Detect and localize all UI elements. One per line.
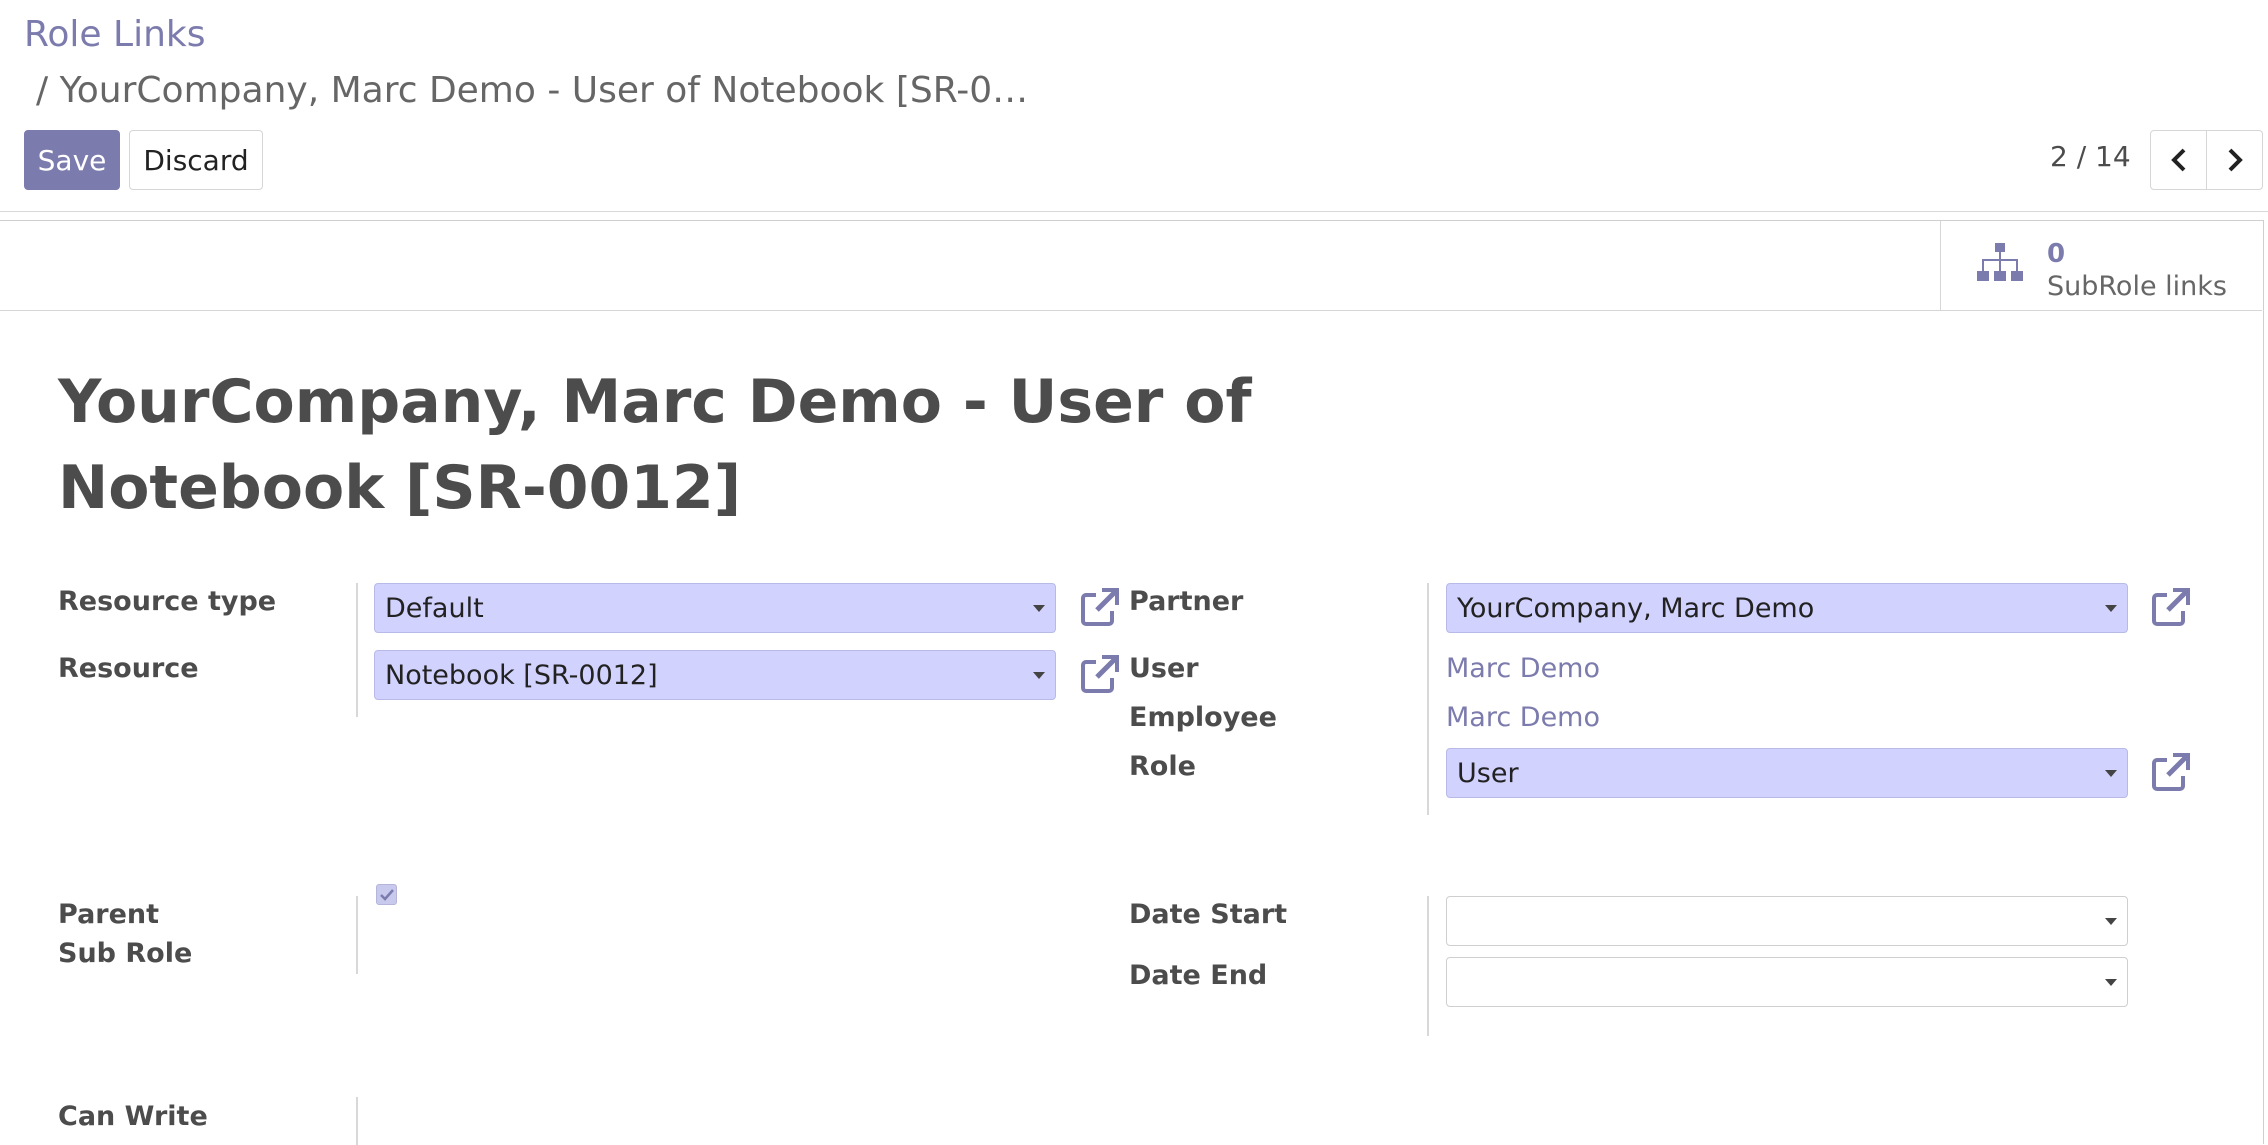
can-write-checkbox[interactable] <box>376 884 397 905</box>
resource-value: Notebook [SR-0012] <box>385 659 658 691</box>
partner-label: Partner <box>1129 586 1244 617</box>
external-link-icon[interactable] <box>2151 587 2191 627</box>
role-select[interactable]: User <box>1446 748 2128 798</box>
date-start-input[interactable] <box>1446 896 2128 946</box>
button-box: 0 SubRole links <box>0 221 2262 311</box>
can-write-label: Can Write <box>58 1101 208 1132</box>
resource-select[interactable]: Notebook [SR-0012] <box>374 650 1056 700</box>
date-end-label: Date End <box>1129 960 1268 991</box>
partner-select[interactable]: YourCompany, Marc Demo <box>1446 583 2128 633</box>
role-label: Role <box>1129 751 1196 782</box>
check-icon <box>379 888 394 901</box>
breadcrumb-role-links[interactable]: Role Links <box>24 14 206 55</box>
separator <box>1427 583 1429 815</box>
date-end-input[interactable] <box>1446 957 2128 1007</box>
external-link-icon[interactable] <box>1080 587 1120 627</box>
parent-label: Parent <box>58 899 160 930</box>
user-label: User <box>1129 653 1199 684</box>
caret-down-icon <box>1033 605 1045 612</box>
partner-value: YourCompany, Marc Demo <box>1457 592 1815 624</box>
sitemap-icon <box>1977 243 2023 281</box>
role-value: User <box>1457 757 1519 789</box>
save-button[interactable]: Save <box>24 130 120 190</box>
pager-previous-button[interactable] <box>2150 130 2207 190</box>
pager-value[interactable]: 2 / 14 <box>2050 140 2131 173</box>
sub-role-label: Sub Role <box>58 938 193 969</box>
separator <box>356 583 358 717</box>
user-link[interactable]: Marc Demo <box>1446 653 1600 684</box>
caret-down-icon <box>2105 770 2117 777</box>
external-link-icon[interactable] <box>2151 752 2191 792</box>
separator <box>356 896 358 974</box>
separator <box>356 1097 358 1145</box>
record-title: YourCompany, Marc Demo - User of Noteboo… <box>58 367 1252 523</box>
caret-down-icon <box>1033 672 1045 679</box>
discard-button[interactable]: Discard <box>129 130 263 190</box>
pager-next-button[interactable] <box>2206 130 2263 190</box>
chevron-left-icon <box>2170 148 2185 172</box>
external-link-icon[interactable] <box>1080 654 1120 694</box>
resource-type-value: Default <box>385 592 484 624</box>
resource-label: Resource <box>58 653 199 684</box>
form-sheet: 0 SubRole links YourCompany, Marc Demo -… <box>0 220 2264 1145</box>
control-panel: Role Links / YourCompany, Marc Demo - Us… <box>0 0 2268 212</box>
employee-link[interactable]: Marc Demo <box>1446 702 1600 733</box>
caret-down-icon <box>2105 605 2117 612</box>
chevron-right-icon <box>2228 148 2243 172</box>
breadcrumb-current-record: / YourCompany, Marc Demo - User of Noteb… <box>36 70 1029 111</box>
resource-type-label: Resource type <box>58 586 277 617</box>
subrole-links-button[interactable]: 0 SubRole links <box>1940 221 2262 311</box>
subrole-links-label: SubRole links <box>2047 271 2227 302</box>
separator <box>1427 896 1429 1036</box>
employee-label: Employee <box>1129 702 1277 733</box>
caret-down-icon <box>2105 979 2117 986</box>
resource-type-select[interactable]: Default <box>374 583 1056 633</box>
caret-down-icon <box>2105 918 2117 925</box>
date-start-label: Date Start <box>1129 899 1288 930</box>
subrole-links-count: 0 <box>2047 239 2066 269</box>
